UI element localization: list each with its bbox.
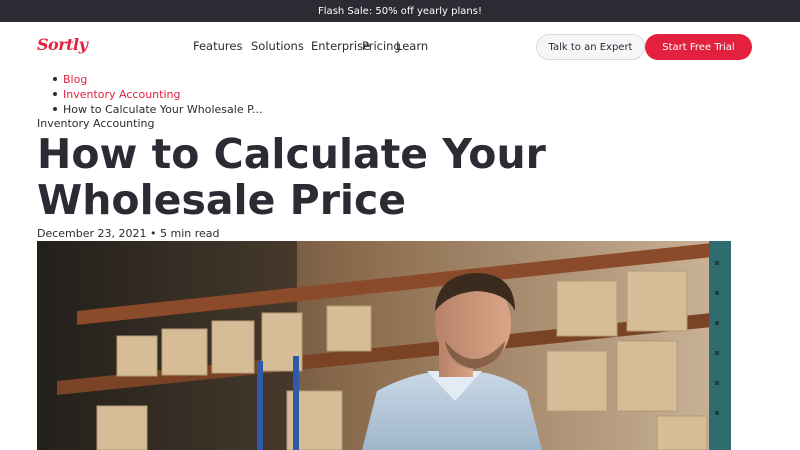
warehouse-photo: [37, 241, 731, 450]
start-free-trial-button[interactable]: Start Free Trial: [645, 34, 752, 60]
promo-banner[interactable]: Flash Sale: 50% off yearly plans!: [0, 0, 800, 22]
breadcrumb-item: How to Calculate Your Wholesale P...: [53, 102, 263, 117]
breadcrumb-link-blog[interactable]: Blog: [63, 73, 87, 86]
article-meta: December 23, 2021 • 5 min read: [37, 227, 220, 240]
breadcrumb-link-inventory-accounting[interactable]: Inventory Accounting: [63, 88, 180, 101]
page-title: How to Calculate Your Wholesale Price: [37, 130, 546, 224]
nav-solutions[interactable]: Solutions: [251, 39, 304, 53]
talk-to-expert-label: Talk to an Expert: [548, 41, 633, 53]
nav-features[interactable]: Features: [193, 39, 242, 53]
start-free-trial-label: Start Free Trial: [662, 41, 735, 53]
nav-pricing[interactable]: Pricing: [362, 39, 401, 53]
hero-image: [37, 241, 731, 450]
breadcrumb-item: Blog: [53, 72, 263, 87]
breadcrumb: Blog Inventory Accounting How to Calcula…: [53, 72, 263, 117]
sortly-logo[interactable]: Sortly: [37, 35, 88, 54]
breadcrumb-item: Inventory Accounting: [53, 87, 263, 102]
talk-to-expert-button[interactable]: Talk to an Expert: [536, 34, 645, 60]
nav-learn[interactable]: Learn: [396, 39, 428, 53]
article-category[interactable]: Inventory Accounting: [37, 117, 154, 130]
site-header: Sortly Features Solutions Enterprise Pri…: [0, 22, 800, 70]
promo-text: Flash Sale: 50% off yearly plans!: [318, 5, 482, 17]
breadcrumb-current: How to Calculate Your Wholesale P...: [63, 103, 263, 116]
